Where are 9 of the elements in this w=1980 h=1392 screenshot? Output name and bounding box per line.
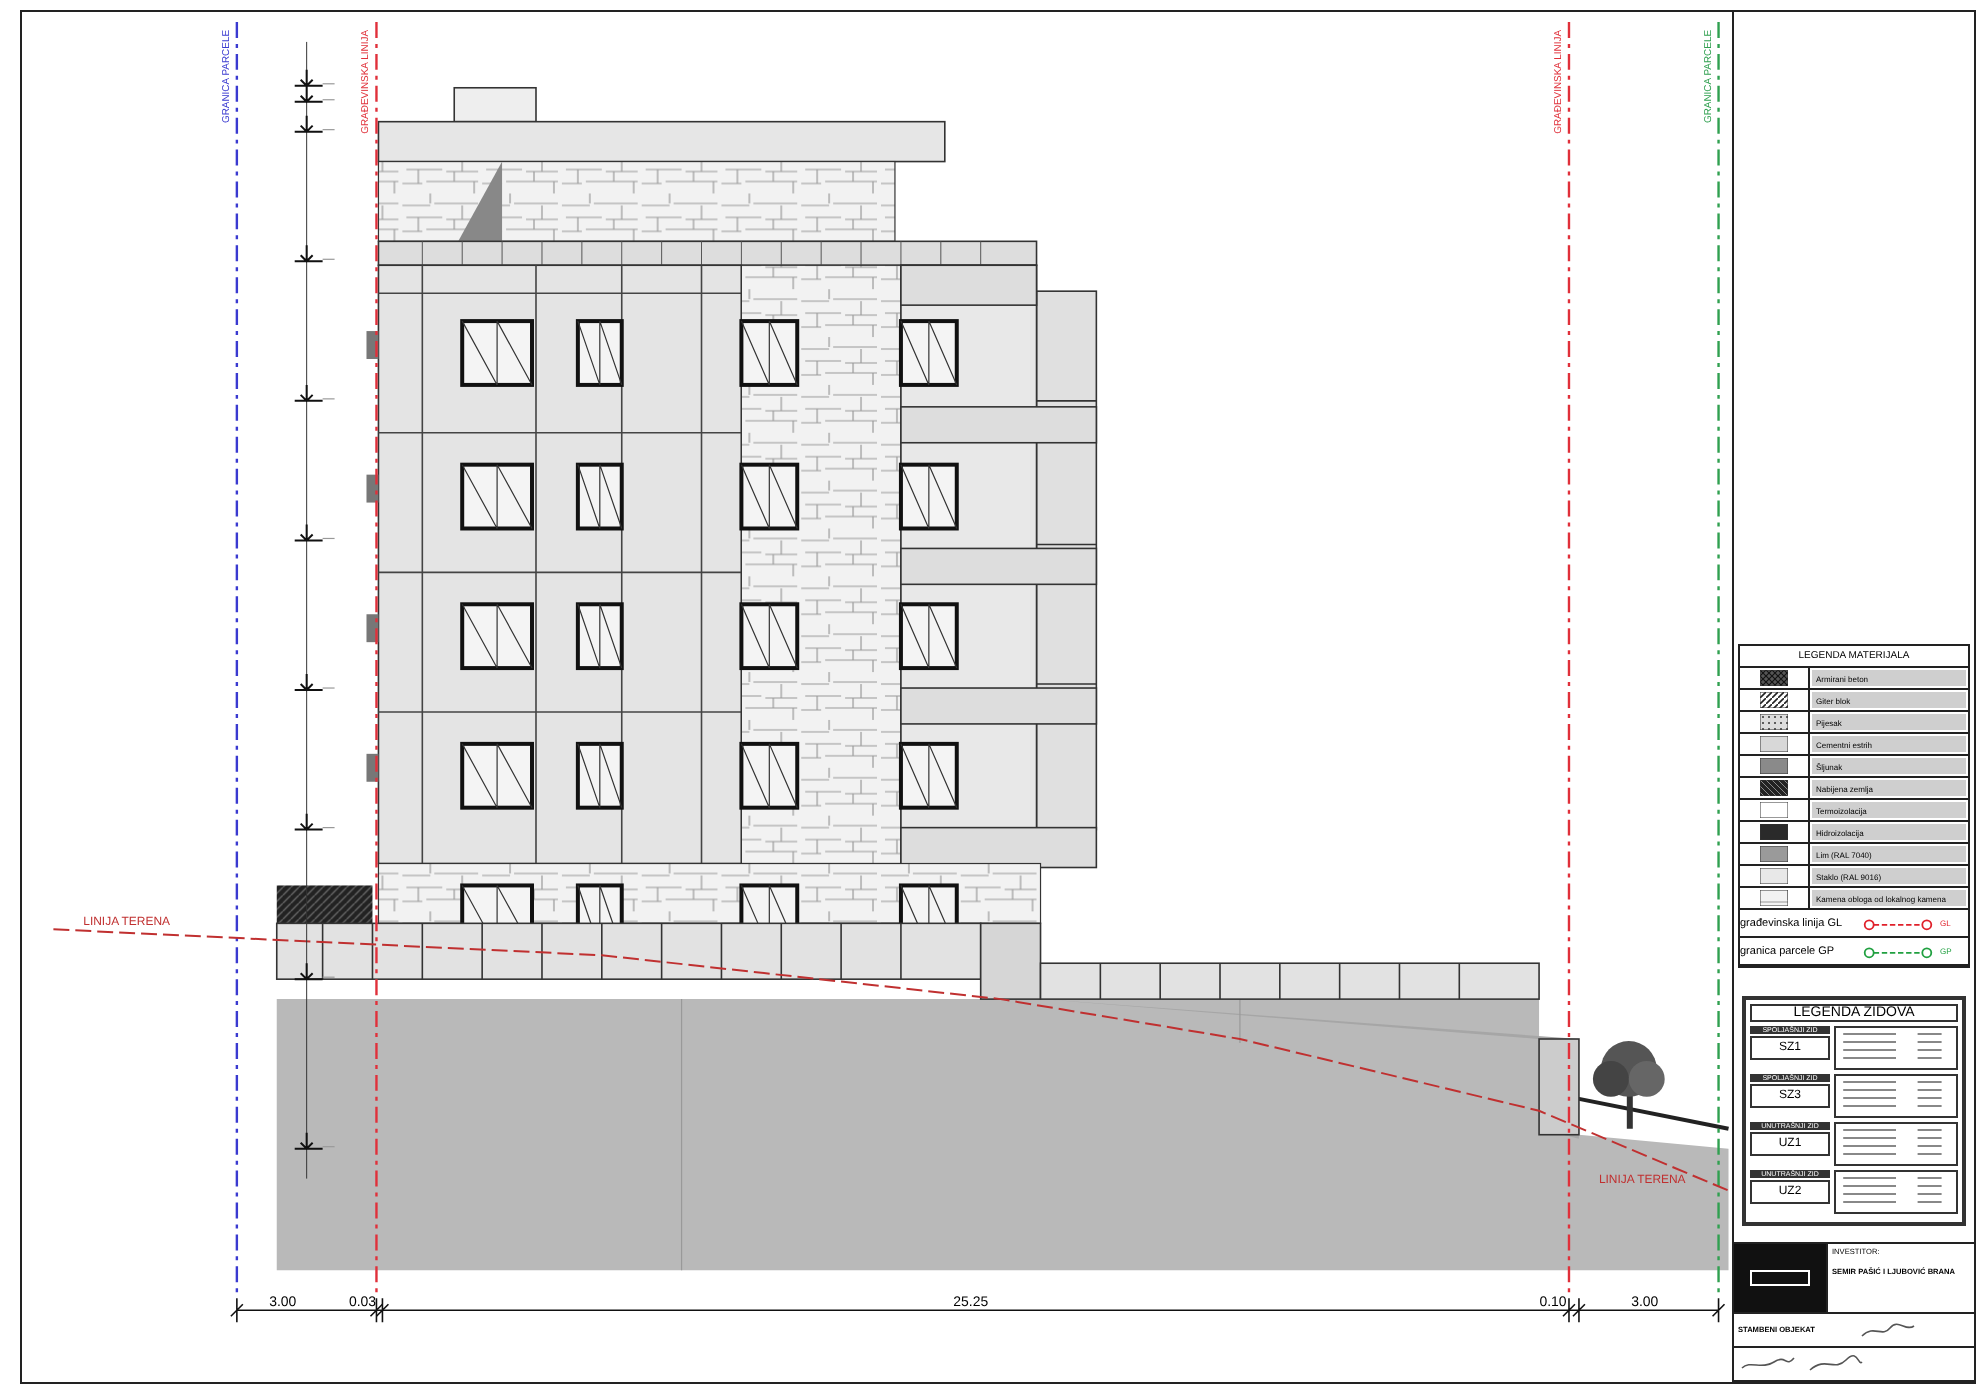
signature-icon bbox=[1806, 1354, 1866, 1374]
wall-layers-fine-print-drawing bbox=[1834, 1170, 1958, 1214]
signature-icon bbox=[1738, 1354, 1798, 1374]
signature-icon bbox=[1858, 1320, 1918, 1340]
wall-layers-fine-print-drawing bbox=[1834, 1026, 1958, 1070]
logo-block bbox=[1734, 1244, 1826, 1312]
tree-icon bbox=[1592, 1041, 1665, 1129]
wall-layers-fine-print-drawing bbox=[1834, 1122, 1958, 1166]
wall-layers-fine-print-drawing bbox=[1834, 1074, 1958, 1118]
